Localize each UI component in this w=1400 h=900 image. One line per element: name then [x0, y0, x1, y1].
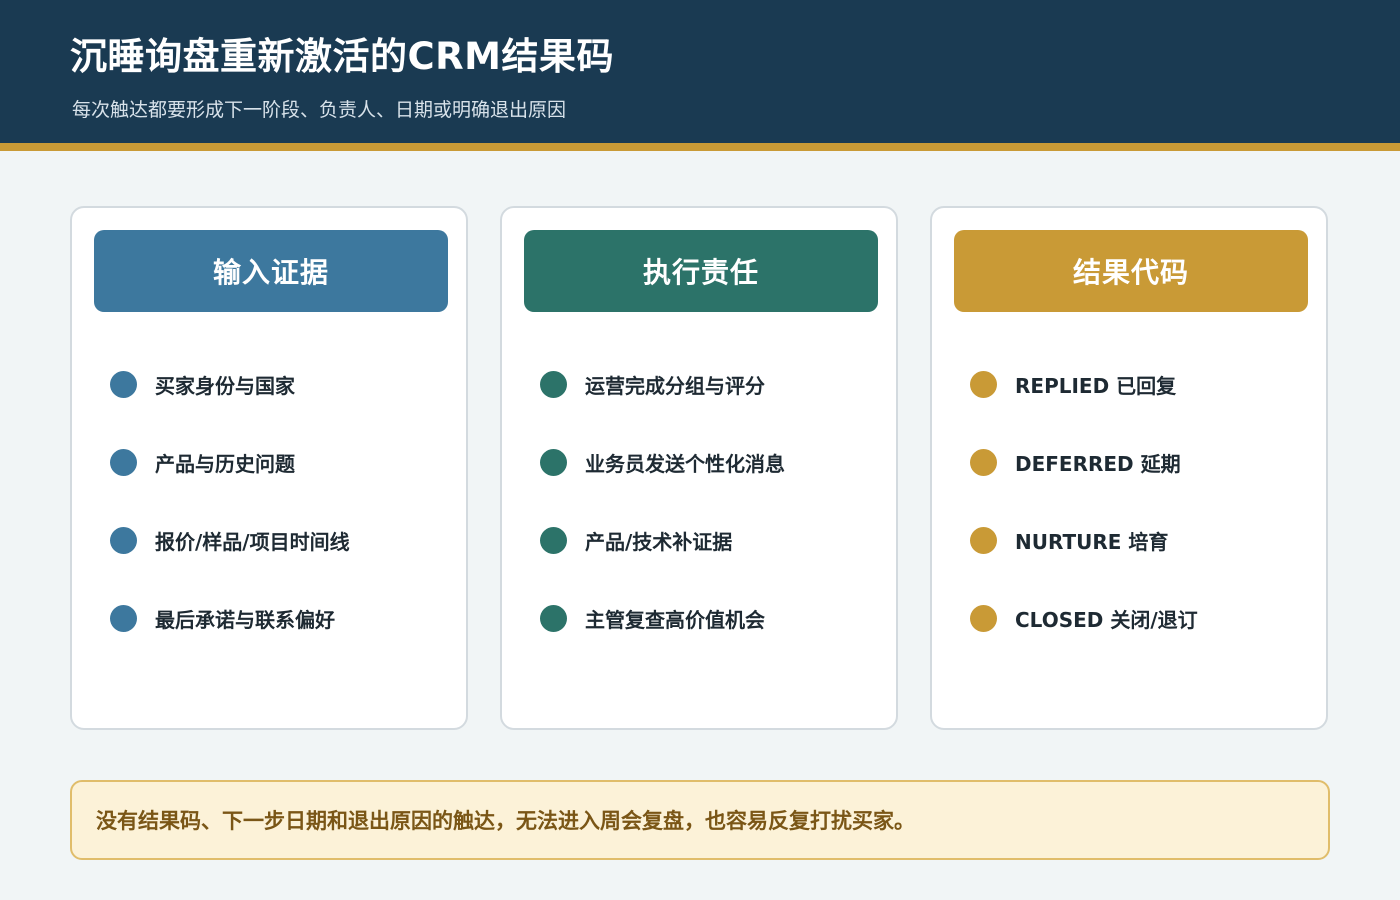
footer-note-box: 没有结果码、下一步日期和退出原因的触达，无法进入周会复盘，也容易反复打扰买家。	[70, 780, 1330, 860]
header-accent-bar	[0, 143, 1400, 151]
list-item-label: NURTURE 培育	[1015, 529, 1169, 554]
page-title: 沉睡询盘重新激活的CRM结果码	[70, 35, 614, 78]
list-item-label: 产品/技术补证据	[585, 529, 733, 554]
header-banner: 沉睡询盘重新激活的CRM结果码 每次触达都要形成下一阶段、负责人、日期或明确退出…	[0, 0, 1400, 143]
list-item-label: 买家身份与国家	[155, 373, 295, 398]
list-item-label: 产品与历史问题	[155, 451, 295, 476]
list-item: 最后承诺与联系偏好	[110, 603, 335, 633]
list-item: 买家身份与国家	[110, 369, 295, 399]
card-input-evidence: 输入证据 买家身份与国家 产品与历史问题 报价/样品/项目时间线 最后承诺与联系…	[70, 206, 468, 730]
card-result-codes: 结果代码 REPLIED 已回复 DEFERRED 延期 NURTURE 培育 …	[930, 206, 1328, 730]
list-item-label: 主管复查高价值机会	[585, 607, 765, 632]
bullet-dot	[540, 604, 567, 632]
list-item: 业务员发送个性化消息	[540, 447, 785, 477]
bullet-dot	[540, 526, 567, 554]
list-item: 产品/技术补证据	[540, 525, 732, 555]
bullet-dot	[970, 448, 997, 476]
list-item: 报价/样品/项目时间线	[110, 525, 350, 555]
card-header-result-codes: 结果代码	[954, 230, 1308, 312]
list-item-label: 运营完成分组与评分	[585, 373, 765, 398]
list-item: DEFERRED 延期	[970, 447, 1181, 477]
list-item-label: 最后承诺与联系偏好	[155, 607, 335, 632]
bullet-dot	[110, 604, 137, 632]
list-item: CLOSED 关闭/退订	[970, 603, 1198, 633]
list-item: 运营完成分组与评分	[540, 369, 765, 399]
bullet-dot	[110, 448, 137, 476]
bullet-dot	[110, 526, 137, 554]
list-item-label: 报价/样品/项目时间线	[155, 529, 350, 554]
list-item: 产品与历史问题	[110, 447, 295, 477]
bullet-dot	[970, 604, 997, 632]
list-item-label: CLOSED 关闭/退订	[1015, 607, 1198, 632]
bullet-dot	[970, 370, 997, 398]
card-header-input-evidence: 输入证据	[94, 230, 448, 312]
bullet-dot	[540, 370, 567, 398]
list-item: REPLIED 已回复	[970, 369, 1176, 399]
list-item-label: REPLIED 已回复	[1015, 373, 1177, 398]
card-header-execution-responsibility: 执行责任	[524, 230, 878, 312]
bullet-dot	[540, 448, 567, 476]
page-subtitle: 每次触达都要形成下一阶段、负责人、日期或明确退出原因	[72, 99, 567, 121]
list-item-label: DEFERRED 延期	[1015, 451, 1181, 476]
list-item: 主管复查高价值机会	[540, 603, 765, 633]
card-execution-responsibility: 执行责任 运营完成分组与评分 业务员发送个性化消息 产品/技术补证据 主管复查高…	[500, 206, 898, 730]
footer-note: 没有结果码、下一步日期和退出原因的触达，无法进入周会复盘，也容易反复打扰买家。	[96, 809, 915, 833]
bullet-dot	[110, 370, 137, 398]
list-item: NURTURE 培育	[970, 525, 1168, 555]
list-item-label: 业务员发送个性化消息	[585, 451, 785, 476]
bullet-dot	[970, 526, 997, 554]
